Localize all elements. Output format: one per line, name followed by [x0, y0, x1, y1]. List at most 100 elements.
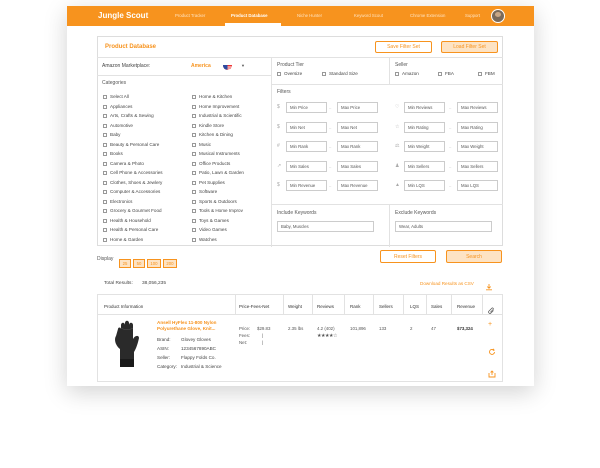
category-checkbox[interactable]: [103, 190, 107, 194]
refresh-icon[interactable]: [488, 343, 496, 361]
exclude-keywords-input[interactable]: Wear, Adults: [395, 221, 492, 232]
header-weight[interactable]: Weight: [288, 304, 302, 309]
category-label: Kindle Store: [199, 122, 225, 128]
header-price-fees-net[interactable]: Price-Fees-Net: [239, 304, 269, 309]
filter-icon: #: [277, 143, 280, 149]
header-sellers[interactable]: Sellers: [379, 304, 393, 309]
filter-input[interactable]: Max Weight: [457, 141, 498, 152]
include-keywords-input[interactable]: Baby, Muscles: [277, 221, 374, 232]
load-filter-set-button[interactable]: Load Filter Set: [441, 41, 498, 53]
categories-label: Categories: [102, 80, 127, 86]
category-label: Sports & Outdoors: [199, 198, 237, 204]
filter-input[interactable]: Max Price: [337, 102, 378, 113]
range-separator: –: [329, 163, 332, 169]
display-100-button[interactable]: 100: [147, 259, 161, 268]
category-checkbox[interactable]: [192, 218, 196, 223]
category-checkbox[interactable]: [103, 142, 107, 147]
filter-input[interactable]: Max Rating: [457, 121, 498, 133]
reset-filters-button[interactable]: Reset Filters: [380, 250, 436, 263]
paperclip-icon[interactable]: [488, 302, 495, 320]
category-checkbox[interactable]: [192, 190, 196, 194]
category-label: Select All: [110, 94, 129, 99]
filter-input[interactable]: Max Reviews: [457, 102, 498, 113]
category-checkbox[interactable]: [192, 133, 196, 137]
seller-fbm-checkbox[interactable]: [478, 72, 482, 76]
product-title-link[interactable]: Ansell HyFlex 11-800 Nylon Polyurethane …: [157, 320, 229, 331]
category-checkbox[interactable]: [103, 133, 107, 137]
marketplace-value[interactable]: America: [191, 63, 211, 69]
category-checkbox[interactable]: [103, 199, 107, 204]
header-sales[interactable]: Sales: [431, 304, 442, 309]
filter-input[interactable]: Min LQS: [404, 180, 445, 191]
share-icon[interactable]: [488, 365, 496, 383]
category-checkbox[interactable]: [103, 114, 107, 118]
display-50-button[interactable]: 50: [133, 259, 145, 268]
search-button[interactable]: Search: [446, 250, 502, 263]
display-200-button[interactable]: 200: [163, 259, 177, 268]
category-checkbox[interactable]: [192, 161, 196, 166]
header-lqs[interactable]: LQS: [410, 304, 419, 309]
filter-input[interactable]: Min Reviews: [404, 102, 445, 113]
category-label: Toys & Games: [199, 217, 229, 223]
standard-size-checkbox[interactable]: [322, 72, 326, 76]
filter-input[interactable]: Min Rank: [286, 141, 327, 152]
seller-fba-checkbox[interactable]: [438, 72, 442, 76]
category-checkbox[interactable]: [103, 104, 107, 109]
category-checkbox[interactable]: [103, 237, 107, 242]
save-filter-set-button[interactable]: Save Filter Set: [375, 41, 432, 53]
category-checkbox[interactable]: [103, 180, 107, 185]
filter-input[interactable]: Max Net: [337, 121, 378, 133]
category-checkbox[interactable]: [103, 228, 107, 232]
category-checkbox[interactable]: [103, 218, 107, 223]
filter-input[interactable]: Max Sales: [337, 160, 378, 172]
header-reviews[interactable]: Reviews: [317, 304, 334, 309]
category-checkbox[interactable]: [192, 171, 196, 175]
category-checkbox[interactable]: [192, 152, 196, 156]
filter-input[interactable]: Min Sellers: [404, 160, 445, 172]
category-checkbox[interactable]: [103, 95, 107, 99]
category-checkbox[interactable]: [103, 152, 107, 156]
oversize-checkbox[interactable]: [277, 72, 281, 76]
filter-input[interactable]: Min Revenue: [286, 180, 327, 191]
display-25-button[interactable]: 25: [119, 259, 131, 268]
category-checkbox[interactable]: [192, 142, 196, 147]
category-label: Category:: [157, 364, 177, 369]
category-label: Home & Kitchen: [199, 94, 233, 99]
download-csv-link[interactable]: Download Results as CSV: [420, 281, 474, 286]
filter-input[interactable]: Min Weight: [404, 141, 445, 152]
category-checkbox[interactable]: [192, 180, 196, 185]
category-checkbox[interactable]: [192, 123, 196, 128]
range-separator: –: [329, 124, 332, 130]
header-product-information[interactable]: Product Information: [104, 304, 143, 309]
category-checkbox[interactable]: [192, 114, 196, 118]
filter-input[interactable]: Max Revenue: [337, 180, 378, 191]
divider: [97, 314, 503, 315]
category-checkbox[interactable]: [192, 209, 196, 213]
filter-input[interactable]: Min Price: [286, 102, 327, 113]
divider: [235, 294, 236, 314]
category-checkbox[interactable]: [192, 95, 196, 99]
category-checkbox[interactable]: [103, 123, 107, 128]
category-checkbox[interactable]: [192, 228, 196, 232]
filter-input[interactable]: Max Rank: [337, 141, 378, 152]
category-label: Musical Instruments: [199, 151, 240, 156]
filter-input[interactable]: Max Sellers: [457, 160, 498, 172]
filter-input[interactable]: Min Rating: [404, 121, 445, 133]
filter-input[interactable]: Min Sales: [286, 160, 327, 172]
category-checkbox[interactable]: [103, 209, 107, 213]
category-checkbox[interactable]: [103, 161, 107, 166]
category-checkbox[interactable]: [192, 104, 196, 109]
seller-amazon-label: Amazon: [402, 71, 419, 76]
header-rank[interactable]: Rank: [350, 304, 361, 309]
category-checkbox[interactable]: [192, 237, 196, 242]
category-checkbox[interactable]: [192, 199, 196, 204]
category-checkbox[interactable]: [103, 171, 107, 175]
plus-icon[interactable]: +: [488, 321, 492, 328]
caret-down-icon[interactable]: ▼: [241, 63, 245, 68]
header-revenue[interactable]: Revenue: [457, 304, 475, 309]
seller-amazon-checkbox[interactable]: [395, 72, 399, 76]
divider: [389, 204, 390, 247]
filter-input[interactable]: Max LQS: [457, 180, 498, 191]
product-image[interactable]: [111, 319, 145, 374]
filter-input[interactable]: Min Net: [286, 121, 327, 133]
